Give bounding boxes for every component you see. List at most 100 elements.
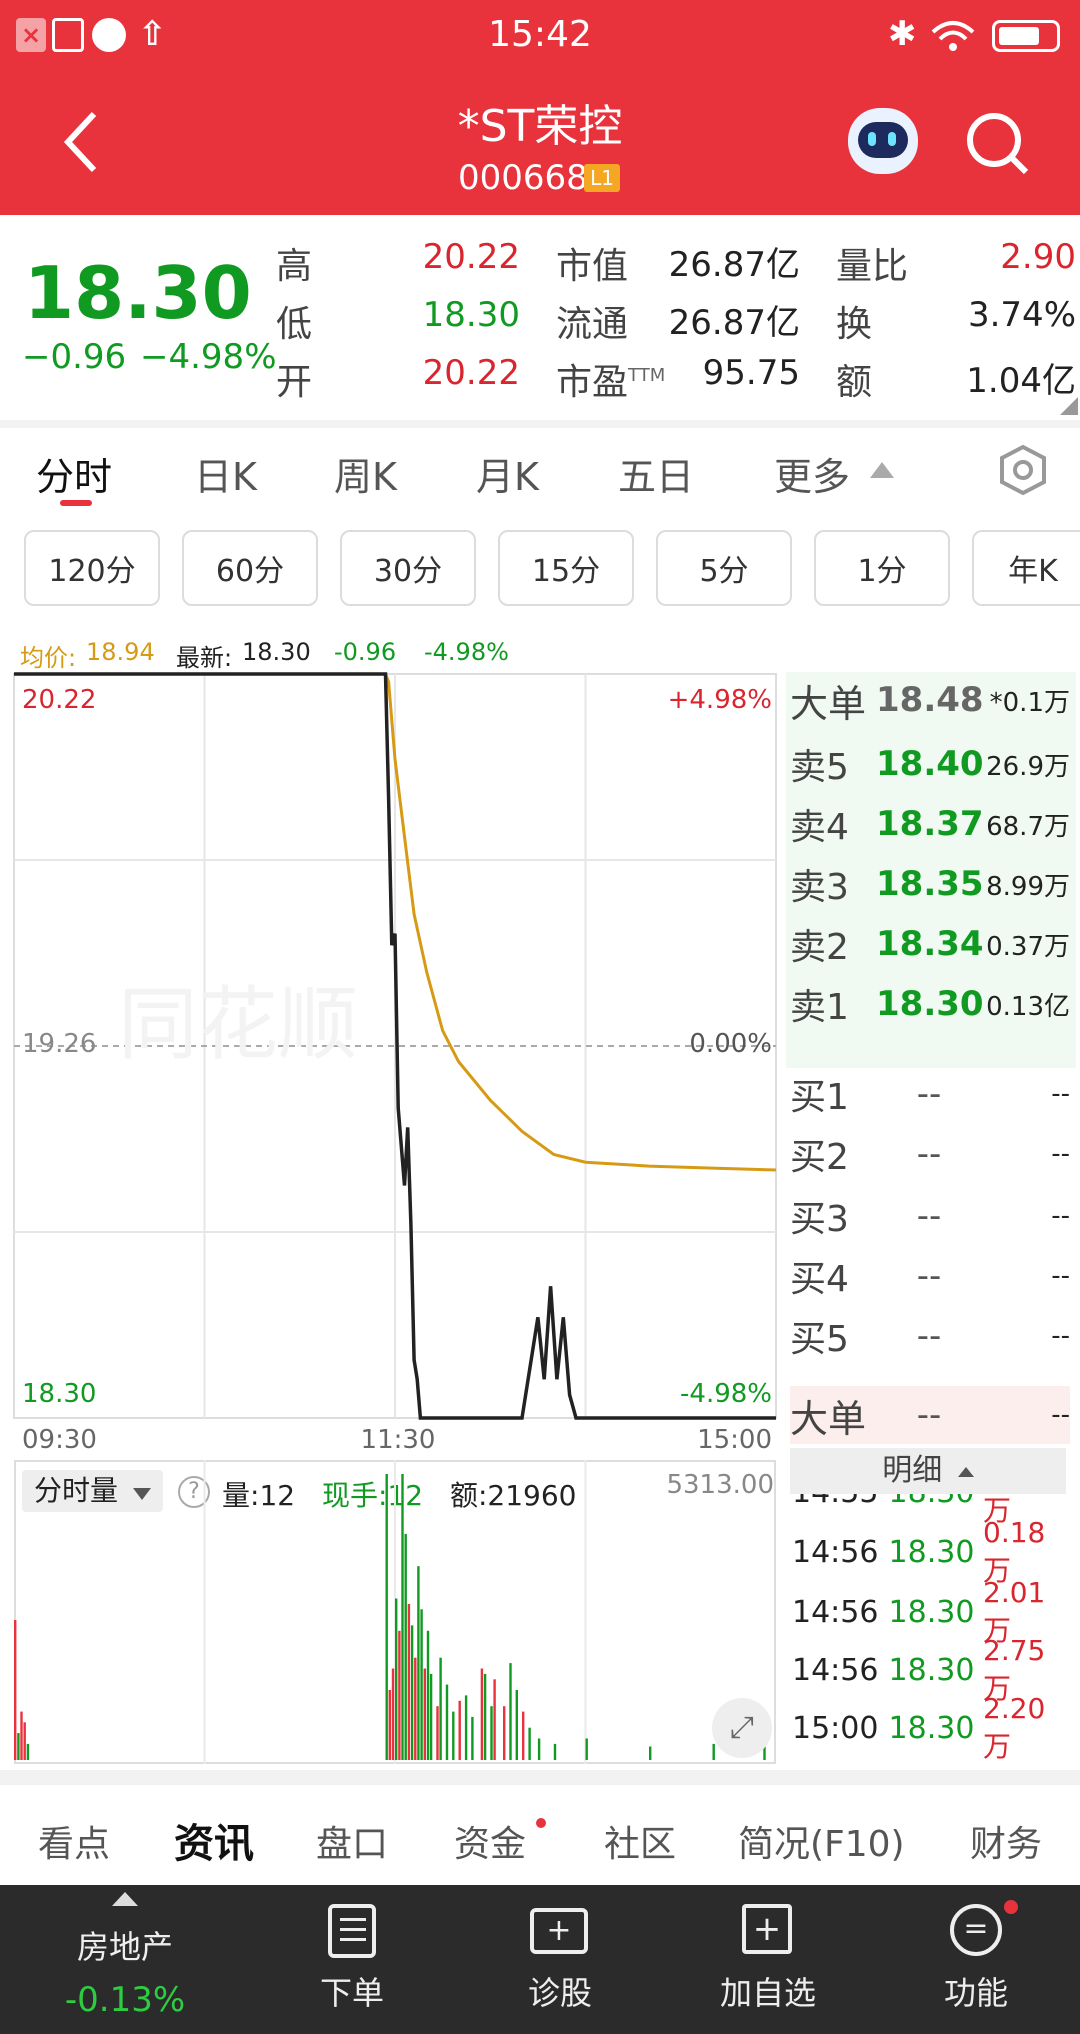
- tab-community[interactable]: 社区: [604, 1815, 676, 1867]
- volume-bar-down-19: [515, 1690, 518, 1760]
- upload-icon: ⇧: [138, 14, 167, 54]
- volume-bar-down-17: [490, 1706, 493, 1760]
- chip-60min[interactable]: 60分: [182, 530, 318, 606]
- open-value: 20.22: [422, 353, 520, 393]
- volume-bar-up-3: [388, 1690, 391, 1760]
- volume-bar-down-15: [471, 1716, 474, 1760]
- tab-capital[interactable]: 资金: [454, 1815, 526, 1867]
- volume-bar-down-16: [483, 1673, 487, 1760]
- dock-add-watchlist[interactable]: 加自选: [698, 1968, 838, 2014]
- sector-name[interactable]: 房地产: [40, 1922, 210, 1968]
- search-icon[interactable]: [964, 110, 1030, 176]
- volume-bar-down-20: [528, 1727, 531, 1760]
- tab-more[interactable]: 更多: [774, 446, 850, 501]
- volume-bar-up-13: [503, 1706, 506, 1760]
- stock-name: *ST荣控: [457, 101, 623, 152]
- volume-bar-down-0: [17, 1733, 20, 1760]
- chip-15min[interactable]: 15分: [498, 530, 634, 606]
- chip-30min[interactable]: 30分: [340, 530, 476, 606]
- active-tab-indicator: [60, 500, 92, 506]
- volume-bar-down-8: [420, 1609, 423, 1760]
- avg-label: 均价:: [20, 644, 77, 672]
- dock-diagnose[interactable]: 诊股: [490, 1968, 630, 2014]
- info-change: -0.96: [334, 638, 397, 666]
- volume-bar-up-8: [423, 1668, 426, 1760]
- tab-profile-f10[interactable]: 简况(F10): [738, 1815, 905, 1867]
- tab-monthly-k[interactable]: 月K: [476, 446, 539, 501]
- tab-financials[interactable]: 财务: [970, 1815, 1042, 1867]
- volume-bar-down-10: [429, 1673, 433, 1760]
- order-icon: [328, 1904, 376, 1958]
- turnover-value: 3.74%: [967, 295, 1076, 335]
- bid-5-row[interactable]: 买5 -- --: [790, 1308, 1070, 1364]
- intraday-price-chart[interactable]: 同花顺 20.22 19.26 18.30 +4.98% 0.00% -4.98…: [0, 672, 790, 1462]
- x-tick-open: 09:30: [22, 1425, 97, 1455]
- chip-5min[interactable]: 5分: [656, 530, 792, 606]
- tab-daily-k[interactable]: 日K: [194, 446, 257, 501]
- high-value: 20.22: [422, 237, 520, 277]
- pct-label-middle: 0.00%: [689, 1029, 772, 1059]
- tab-highlights[interactable]: 看点: [38, 1815, 110, 1867]
- notification-dot: [536, 1818, 546, 1828]
- add-watchlist-icon: +: [742, 1904, 792, 1954]
- chip-yearly-k[interactable]: 年K: [972, 530, 1080, 606]
- ask-5-row[interactable]: 卖5 18.40 26.9万: [790, 736, 1070, 792]
- chart-info-bar: 均价: 18.94 最新: 18.30 -0.96 -4.98%: [0, 630, 1080, 674]
- tick-list: 14:5518.300.37万 14:5618.300.18万 14:5618.…: [786, 1494, 1076, 1764]
- ask-3-row[interactable]: 卖3 18.35 8.99万: [790, 856, 1070, 912]
- bid-1-row[interactable]: 买1 -- --: [790, 1066, 1070, 1122]
- sector-caret-icon: [112, 1892, 138, 1906]
- chip-1min[interactable]: 1分: [814, 530, 950, 606]
- market-cap-label: 市值: [556, 246, 629, 287]
- volume-bar-down-1: [26, 1743, 30, 1760]
- volume-bar-up-0: [14, 1620, 17, 1760]
- tab-intraday[interactable]: 分时: [36, 446, 112, 501]
- volume-bar-up-14: [522, 1711, 525, 1760]
- caret-up-icon: [957, 1466, 974, 1477]
- info-change-pct: -4.98%: [424, 638, 509, 666]
- detail-toggle[interactable]: 明细: [790, 1448, 1066, 1494]
- volume-bar-down-9: [426, 1630, 430, 1760]
- volume-bar-down-7: [417, 1566, 420, 1760]
- notification-dot: [1004, 1900, 1018, 1914]
- ask-4-row[interactable]: 卖4 18.37 68.7万: [790, 796, 1070, 852]
- assistant-robot-icon[interactable]: [848, 108, 918, 174]
- settings-hexagon-icon[interactable]: [998, 444, 1048, 496]
- status-time: 15:42: [488, 14, 592, 55]
- diagnose-icon: +: [530, 1908, 588, 1954]
- bid-2-row[interactable]: 买2 -- --: [790, 1126, 1070, 1182]
- y-label-middle: 19.26: [22, 1029, 96, 1059]
- app-notification-icon: [52, 18, 84, 52]
- watermark: 同花顺: [118, 980, 358, 1069]
- tab-weekly-k[interactable]: 周K: [334, 446, 397, 501]
- volume-bar-up-5: [398, 1630, 401, 1760]
- bluetooth-icon: ✱: [888, 14, 917, 54]
- avg-value: 18.94: [86, 638, 155, 666]
- volume-bar-down-14: [464, 1695, 468, 1760]
- bid-4-row[interactable]: 买4 -- --: [790, 1248, 1070, 1304]
- fullscreen-icon[interactable]: ⤢: [712, 1698, 772, 1758]
- volume-bar-down-11: [439, 1657, 442, 1760]
- chip-120min[interactable]: 120分: [24, 530, 160, 606]
- float-cap-value: 26.87亿: [668, 303, 800, 343]
- ask-2-row[interactable]: 卖2 18.34 0.37万: [790, 916, 1070, 972]
- menu-icon: =: [950, 1904, 1002, 1956]
- latest-value: 18.30: [242, 638, 311, 666]
- tab-five-day[interactable]: 五日: [618, 446, 694, 501]
- bid-3-row[interactable]: 买3 -- --: [790, 1188, 1070, 1244]
- volume-bar-down-22: [553, 1743, 557, 1760]
- turnover-label: 换: [836, 304, 873, 345]
- last-price: 18.30: [24, 251, 252, 335]
- sector-change: -0.13%: [64, 1980, 186, 2020]
- dock-order[interactable]: 下单: [282, 1968, 422, 2014]
- volume-bar-down-6: [410, 1625, 414, 1760]
- tab-order-book[interactable]: 盘口: [316, 1815, 388, 1867]
- tab-news[interactable]: 资讯: [174, 1811, 254, 1869]
- high-label: 高: [276, 246, 313, 287]
- expand-corner-icon[interactable]: [1060, 397, 1078, 415]
- back-arrow-icon[interactable]: [60, 110, 100, 174]
- dock-functions[interactable]: 功能: [906, 1968, 1046, 2014]
- ask-1-row[interactable]: 卖1 18.30 0.13亿: [790, 976, 1070, 1032]
- quote-summary: 18.30 −0.96 −4.98% 高 20.22 低 18.30 开 20.…: [0, 215, 1080, 420]
- volume-bar-down-4: [401, 1474, 404, 1760]
